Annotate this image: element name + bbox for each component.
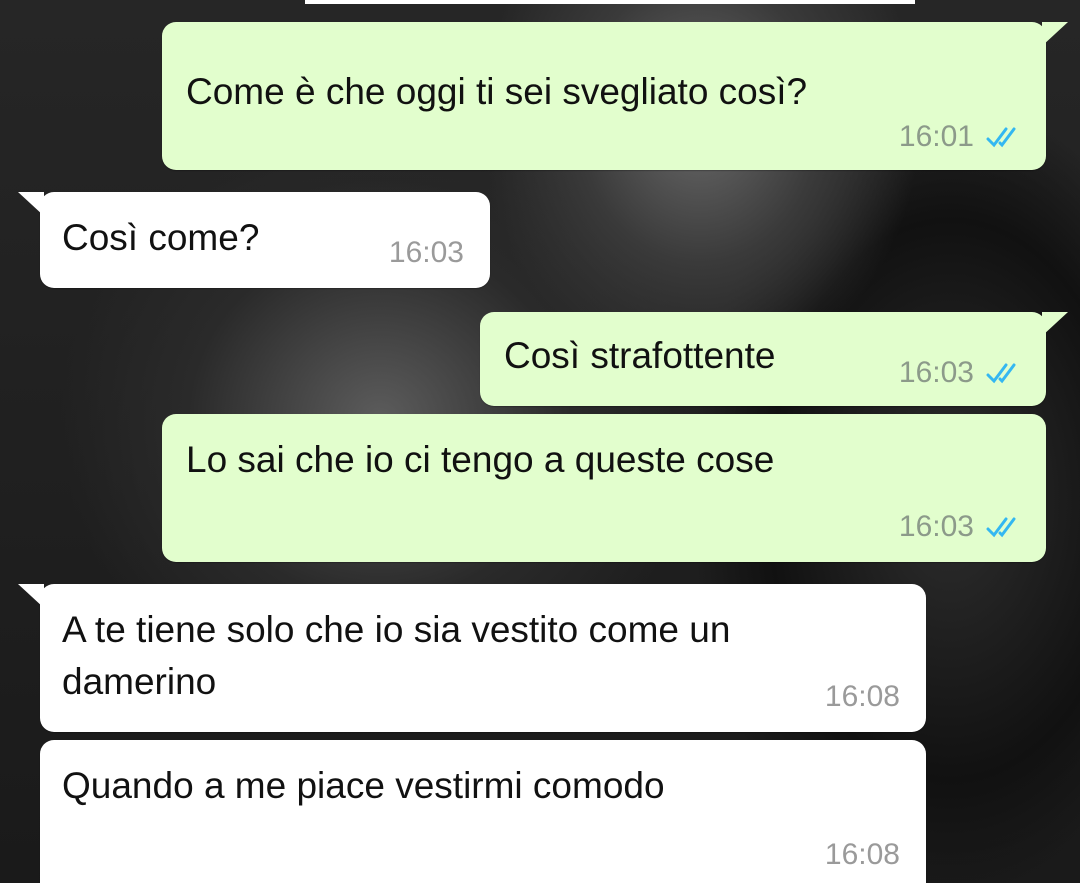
- message-time: 16:03: [388, 236, 464, 269]
- bubble-tail: [18, 584, 44, 608]
- message-bubble-outgoing[interactable]: Lo sai che io ci tengo a queste cose 16:…: [162, 414, 1046, 562]
- message-bubble-incoming[interactable]: Quando a me piace vestirmi comodo 16:08: [40, 740, 926, 883]
- message-bubble-outgoing[interactable]: Così strafottente 16:03: [480, 312, 1068, 406]
- double-check-icon: [986, 127, 1016, 148]
- previous-message-edge: [305, 0, 915, 4]
- message-text: Così come?: [62, 217, 260, 258]
- bubble-tail: [1042, 22, 1068, 46]
- message-meta: 16:03: [899, 356, 1022, 390]
- message-text-line-1: A te tiene solo che io sia vestito come …: [62, 609, 731, 650]
- message-meta: 16:01: [899, 120, 1022, 154]
- message-text: Quando a me piace vestirmi comodo: [62, 765, 665, 806]
- message-meta: 16:03: [389, 236, 464, 270]
- message-time: 16:03: [898, 356, 974, 389]
- message-text: Così strafottente: [504, 335, 776, 376]
- bubble-tail: [18, 192, 44, 216]
- message-meta: 16:08: [825, 680, 900, 714]
- message-text: Come è che oggi ti sei svegliato così?: [186, 71, 808, 112]
- message-time: 16:03: [898, 510, 974, 543]
- bubble-tail: [1042, 312, 1068, 336]
- message-bubble-incoming[interactable]: A te tiene solo che io sia vestito come …: [18, 584, 926, 732]
- message-text-line-2: damerino: [62, 661, 217, 702]
- message-text: Lo sai che io ci tengo a queste cose: [186, 439, 775, 480]
- double-check-icon: [986, 363, 1016, 384]
- double-check-icon: [986, 517, 1016, 538]
- message-time: 16:08: [824, 838, 900, 871]
- message-meta: 16:08: [825, 838, 900, 872]
- message-bubble-incoming[interactable]: Così come? 16:03: [18, 192, 490, 288]
- message-time: 16:08: [824, 680, 900, 713]
- message-time: 16:01: [898, 120, 974, 153]
- message-bubble-outgoing[interactable]: Come è che oggi ti sei svegliato così? 1…: [162, 22, 1068, 170]
- message-meta: 16:03: [899, 510, 1022, 544]
